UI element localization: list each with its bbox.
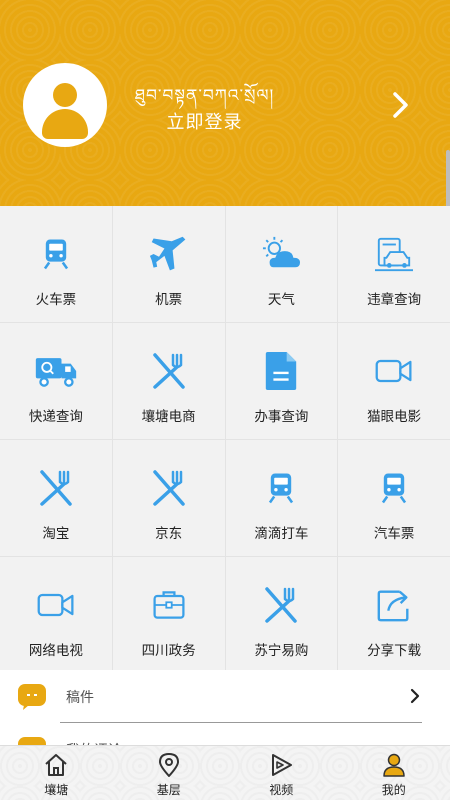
grid-item-network-tv[interactable]: 网络电视 — [0, 557, 112, 673]
grid-item-label: 分享下载 — [367, 643, 422, 659]
tab-video[interactable]: 视频 — [225, 746, 338, 800]
chevron-right-icon — [410, 688, 420, 704]
grid-item-rangtang-ecommerce[interactable]: 壤塘电商 — [112, 323, 225, 439]
train-icon — [372, 466, 416, 510]
grid-item-label: 四川政务 — [141, 643, 196, 659]
grid-item-weather[interactable]: 天气 — [225, 206, 338, 322]
fork-knife-icon — [147, 349, 191, 393]
avatar[interactable] — [23, 63, 107, 147]
service-grid: 火车票 机票 天气 违章查询 快递查询 壤塘电商 办事查询 猫眼电影 淘宝 京东… — [0, 206, 450, 673]
list-item-label: 稿件 — [66, 690, 94, 706]
grid-item-label: 猫眼电影 — [367, 409, 422, 425]
grid-item-label: 快递查询 — [28, 409, 83, 425]
location-pin-icon — [158, 753, 179, 777]
train-icon — [259, 466, 303, 510]
briefcase-icon — [147, 583, 191, 627]
video-camera-icon — [34, 583, 78, 627]
grid-item-label: 火车票 — [35, 292, 77, 308]
document-icon — [259, 349, 303, 393]
grid-item-share-download[interactable]: 分享下载 — [338, 557, 450, 673]
grid-item-label: 机票 — [155, 292, 183, 308]
grid-item-traffic-violation[interactable]: 违章查询 — [338, 206, 450, 322]
tab-rangtang[interactable]: 壤塘 — [0, 746, 113, 800]
grid-item-train-ticket[interactable]: 火车票 — [0, 206, 112, 322]
grid-item-label: 天气 — [267, 292, 295, 308]
grid-item-label: 淘宝 — [42, 526, 70, 542]
grid-item-flight[interactable]: 机票 — [112, 206, 225, 322]
tab-label: 壤塘 — [44, 783, 69, 797]
avatar-head — [53, 83, 77, 107]
grid-item-affairs-query[interactable]: 办事查询 — [225, 323, 338, 439]
grid-item-label: 苏宁易购 — [254, 643, 309, 659]
tab-label: 我的 — [381, 783, 406, 797]
grid-item-label: 办事查询 — [254, 409, 309, 425]
home-icon — [45, 754, 67, 776]
grid-item-label: 壤塘电商 — [141, 409, 196, 425]
login-button[interactable]: 立即登录 — [132, 108, 277, 134]
profile-header: ཐུབ་བསྟན་བཀའ་སྲོལ། 立即登录 — [0, 0, 450, 206]
grid-item-maoyan-movie[interactable]: 猫眼电影 — [338, 323, 450, 439]
fork-knife-icon — [147, 466, 191, 510]
grid-item-label: 违章查询 — [367, 292, 422, 308]
fork-knife-icon — [259, 583, 303, 627]
grid-item-didi-taxi[interactable]: 滴滴打车 — [225, 440, 338, 556]
tab-grassroots[interactable]: 基层 — [113, 746, 226, 800]
chevron-right-icon[interactable] — [390, 90, 412, 120]
grid-item-jingdong[interactable]: 京东 — [112, 440, 225, 556]
train-icon — [34, 232, 78, 276]
share-icon — [372, 583, 416, 627]
list-item-manuscripts[interactable]: 稿件 — [0, 670, 450, 724]
grid-item-bus-ticket[interactable]: 汽车票 — [338, 440, 450, 556]
tab-label: 基层 — [156, 783, 181, 797]
grid-item-label: 汽车票 — [373, 526, 415, 542]
grid-item-taobao[interactable]: 淘宝 — [0, 440, 112, 556]
divider — [60, 722, 422, 723]
chat-bubble-icon — [18, 684, 46, 710]
grid-item-label: 网络电视 — [28, 643, 83, 659]
airplane-icon — [147, 232, 191, 276]
grid-item-sichuan-gov[interactable]: 四川政务 — [112, 557, 225, 673]
play-icon — [272, 754, 293, 776]
grid-item-suning[interactable]: 苏宁易购 — [225, 557, 338, 673]
user-icon — [383, 753, 405, 777]
car-violation-icon — [372, 232, 416, 276]
tab-mine[interactable]: 我的 — [338, 746, 450, 800]
fork-knife-icon — [34, 466, 78, 510]
grid-item-label: 京东 — [155, 526, 183, 542]
tab-label: 视频 — [269, 783, 294, 797]
profile-list: 稿件 我的评论 — [0, 670, 450, 748]
bottom-tab-bar: 壤塘 基层 视频 我的 — [0, 745, 450, 800]
grid-item-express-query[interactable]: 快递查询 — [0, 323, 112, 439]
delivery-truck-icon — [34, 349, 78, 393]
grid-item-label: 滴滴打车 — [254, 526, 309, 542]
avatar-body — [42, 109, 88, 139]
weather-icon — [259, 232, 303, 276]
video-camera-icon — [372, 349, 416, 393]
